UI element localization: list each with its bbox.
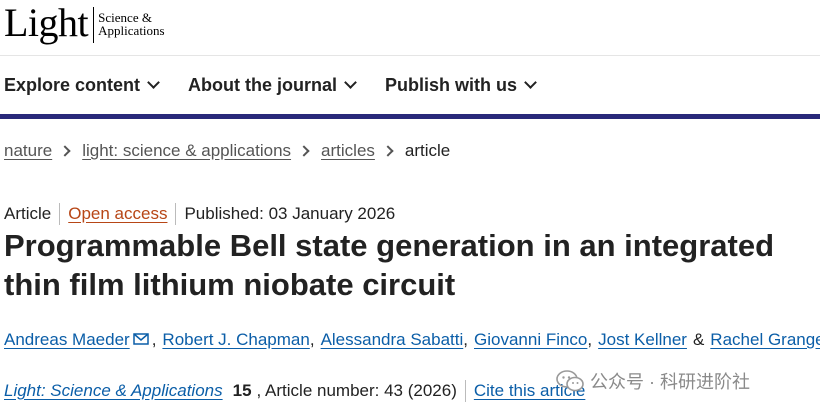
- author-link[interactable]: Giovanni Finco: [474, 330, 587, 350]
- breadcrumb-nature[interactable]: nature: [4, 141, 52, 161]
- author-separator: ,: [151, 330, 157, 349]
- citation-line: Light: Science & Applications 15 , Artic…: [4, 380, 585, 402]
- author-link[interactable]: Jost Kellner: [598, 330, 687, 350]
- author-list: Andreas Maeder , Robert J. Chapman , Ale…: [4, 330, 820, 350]
- logo-divider: [93, 7, 95, 43]
- author-link[interactable]: Alessandra Sabatti: [321, 330, 464, 350]
- author-ampersand: &: [692, 330, 705, 349]
- journal-logo[interactable]: Light Science & Applications: [4, 3, 165, 43]
- meta-divider: [464, 380, 466, 402]
- nav-item-label: About the journal: [188, 74, 338, 95]
- breadcrumb-journal[interactable]: light: science & applications: [82, 141, 291, 161]
- watermark: 公众号 · 科研进阶社: [556, 368, 750, 394]
- logo-subtitle: Science & Applications: [98, 3, 164, 37]
- wechat-icon: [556, 370, 584, 392]
- nav-publish-with-us[interactable]: Publish with us: [385, 70, 537, 100]
- logo-subtitle-line2: Applications: [98, 23, 165, 38]
- chevron-down-icon: [524, 76, 537, 89]
- breadcrumb-articles[interactable]: articles: [321, 141, 375, 161]
- chevron-down-icon: [147, 76, 160, 89]
- nav-accent-bar: [0, 114, 820, 119]
- meta-divider: [175, 203, 177, 225]
- chevron-right-icon: [382, 145, 394, 157]
- logo-main-text: Light: [4, 0, 89, 45]
- nav-item-label: Explore content: [4, 74, 141, 95]
- chevron-right-icon: [59, 145, 71, 157]
- author-link[interactable]: Andreas Maeder: [4, 330, 130, 350]
- meta-divider: [59, 203, 61, 225]
- breadcrumb-current: article: [404, 141, 451, 160]
- chevron-right-icon: [298, 145, 310, 157]
- chevron-down-icon: [344, 76, 357, 89]
- article-meta: Article Open access Published: 03 Januar…: [4, 203, 395, 225]
- author-link[interactable]: Rachel Grange: [710, 330, 820, 350]
- nav-about-journal[interactable]: About the journal: [188, 70, 357, 100]
- open-access-link[interactable]: Open access: [68, 204, 167, 224]
- author-separator: ,: [463, 330, 468, 349]
- published-date: Published: 03 January 2026: [184, 204, 396, 223]
- journal-volume: 15: [232, 381, 252, 400]
- nav-explore-content[interactable]: Explore content: [4, 70, 160, 100]
- author-link[interactable]: Robert J. Chapman: [162, 330, 309, 350]
- site-header: Light Science & Applications: [0, 0, 820, 56]
- main-nav: Explore content About the journal Publis…: [4, 70, 565, 100]
- article-title: Programmable Bell state generation in an…: [4, 228, 775, 302]
- author-separator: ,: [587, 330, 593, 349]
- breadcrumb: nature light: science & applications art…: [4, 141, 450, 161]
- nav-item-label: Publish with us: [385, 74, 518, 95]
- article-number: , Article number: 43 (2026): [256, 381, 457, 400]
- author-separator: ,: [309, 330, 315, 349]
- mail-icon[interactable]: [132, 330, 149, 345]
- article-type: Article: [4, 204, 52, 223]
- watermark-text: 公众号 · 科研进阶社: [590, 372, 750, 392]
- journal-link[interactable]: Light: Science & Applications: [4, 381, 223, 401]
